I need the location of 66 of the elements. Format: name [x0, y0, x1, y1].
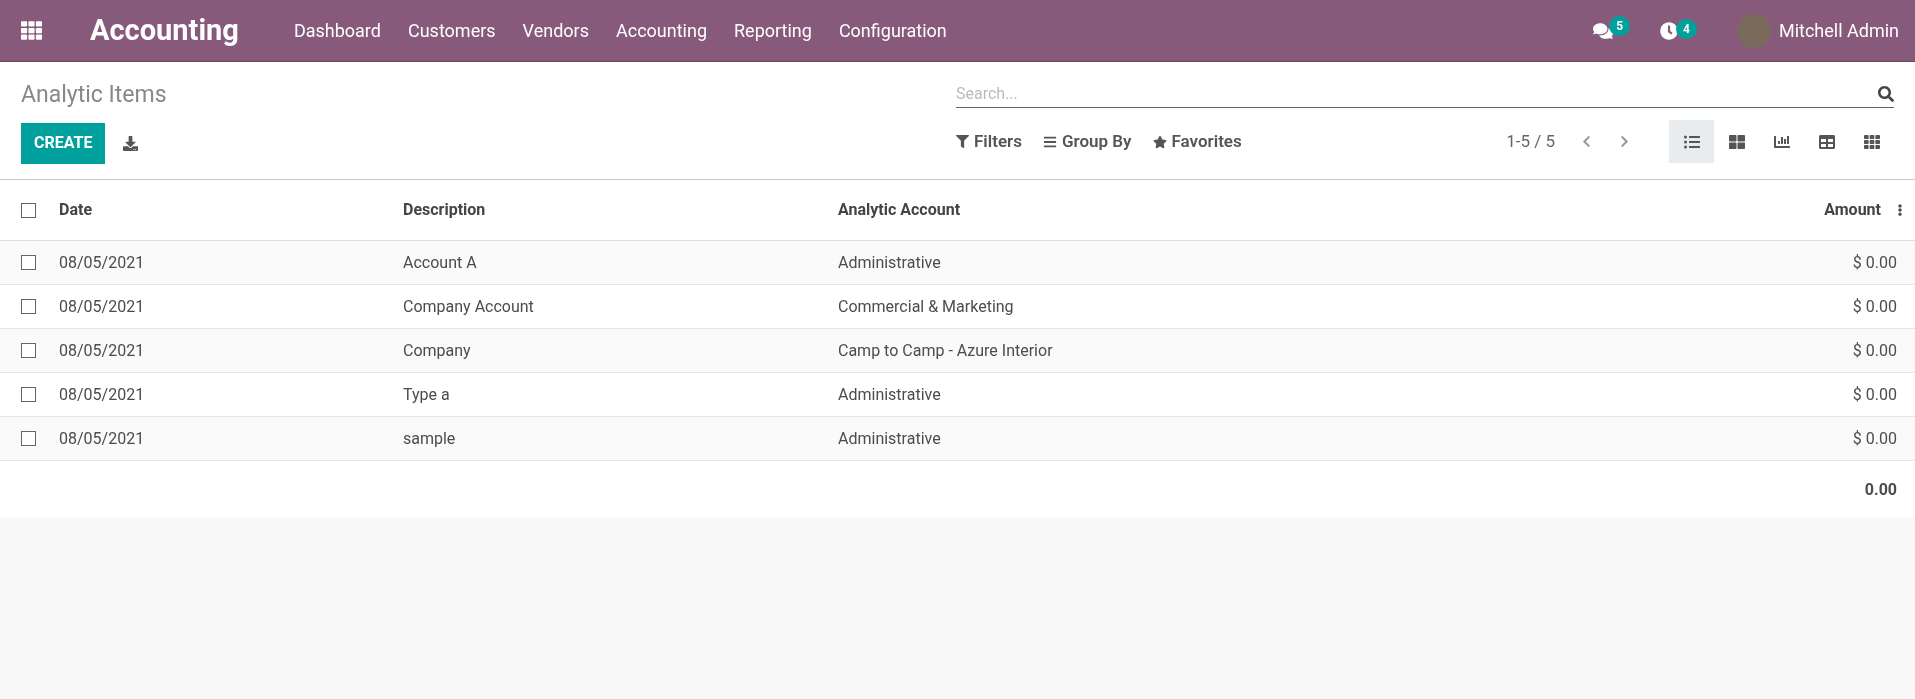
table-cell-text: Administrative — [838, 251, 942, 274]
search-option-button[interactable]: Group By — [1042, 128, 1132, 155]
menu-item[interactable]: Dashboard — [293, 17, 381, 44]
table-view-icon — [1818, 133, 1835, 150]
table-cell-text: sample — [403, 427, 457, 450]
menu-item[interactable]: Vendors — [522, 17, 589, 44]
menu-item[interactable]: Accounting — [615, 17, 707, 44]
checkbox[interactable] — [21, 202, 36, 218]
table-cell-text: $ 0.00 — [1851, 295, 1897, 318]
list-view-icon — [1683, 133, 1700, 150]
checkbox[interactable] — [21, 299, 36, 314]
search-icon[interactable] — [1878, 85, 1894, 102]
notification-badge: 5 — [1609, 15, 1631, 36]
previous-icon[interactable] — [1580, 135, 1593, 148]
search-field[interactable]: Search... — [956, 81, 1878, 106]
table-row[interactable]: 08/05/2021 Company Camp to Camp - Azure Interior $ 0.00 — [0, 329, 1915, 373]
column-header[interactable]: Analytic Account — [838, 198, 1581, 222]
checkbox[interactable] — [21, 343, 36, 358]
table-cell-text: Administrative — [838, 383, 942, 406]
table-cell-text: Company — [403, 339, 472, 362]
clock-icon[interactable] — [1660, 21, 1679, 40]
table-cell-text: Camp to Camp - Azure Interior — [838, 339, 1054, 362]
notification-badge: 4 — [1676, 18, 1697, 39]
table-cell-text: Administrative — [838, 427, 942, 450]
checkbox[interactable] — [21, 431, 36, 446]
table-cell-text: $ 0.00 — [1851, 427, 1897, 450]
table-cell-text: Type a — [403, 383, 451, 406]
kanban-view-icon — [1728, 133, 1745, 150]
table-cell-text: 08/05/2021 — [59, 251, 146, 274]
table-cell-text: $ 0.00 — [1851, 339, 1897, 362]
apps-menu-icon[interactable] — [21, 20, 42, 41]
menu-item[interactable]: Reporting — [734, 17, 812, 44]
menu-item[interactable]: Configuration — [838, 17, 947, 44]
list-icon — [1042, 134, 1057, 149]
checkbox[interactable] — [21, 387, 36, 402]
column-header[interactable]: Amount — [1581, 198, 1881, 222]
download-icon[interactable] — [123, 135, 139, 151]
table-row[interactable]: 08/05/2021 sample Administrative $ 0.00 — [0, 417, 1915, 461]
search-option-button[interactable]: Filters — [956, 128, 1022, 155]
pager-value: 1-5 / 5 — [1506, 129, 1555, 153]
next-icon[interactable] — [1618, 135, 1631, 148]
table-cell-text: 08/05/2021 — [59, 339, 146, 362]
chat-icon[interactable] — [1593, 20, 1614, 41]
chart-view-icon — [1773, 133, 1790, 150]
column-header[interactable]: Description — [403, 198, 838, 222]
table-cell-text: $ 0.00 — [1851, 251, 1897, 274]
table-cell-text: 08/05/2021 — [59, 383, 146, 406]
table-cell-text: 08/05/2021 — [59, 295, 146, 318]
table-cell-text: Company Account — [403, 295, 535, 318]
table-row[interactable]: 08/05/2021 Account A Administrative $ 0.00 — [0, 241, 1915, 285]
grid-view-icon — [1863, 133, 1880, 150]
app-title: Accounting — [90, 11, 239, 49]
user-name[interactable]: Mitchell Admin — [1778, 17, 1899, 44]
table-cell-text: $ 0.00 — [1851, 383, 1897, 406]
column-header[interactable]: Date — [59, 198, 403, 222]
table-cell-text: Commercial & Marketing — [838, 295, 1015, 318]
total-amount: 0.00 — [1864, 478, 1897, 501]
table-cell-text: Account A — [403, 251, 478, 274]
filter-icon — [956, 135, 969, 148]
view-switch-button[interactable] — [1669, 120, 1714, 163]
breadcrumb-title: Analytic Items — [21, 80, 167, 110]
menu-item[interactable]: Customers — [407, 17, 496, 44]
search-option-button[interactable]: Favorites — [1152, 128, 1242, 155]
star-icon — [1152, 134, 1167, 149]
table-cell-text: 08/05/2021 — [59, 427, 146, 450]
checkbox[interactable] — [21, 255, 36, 270]
